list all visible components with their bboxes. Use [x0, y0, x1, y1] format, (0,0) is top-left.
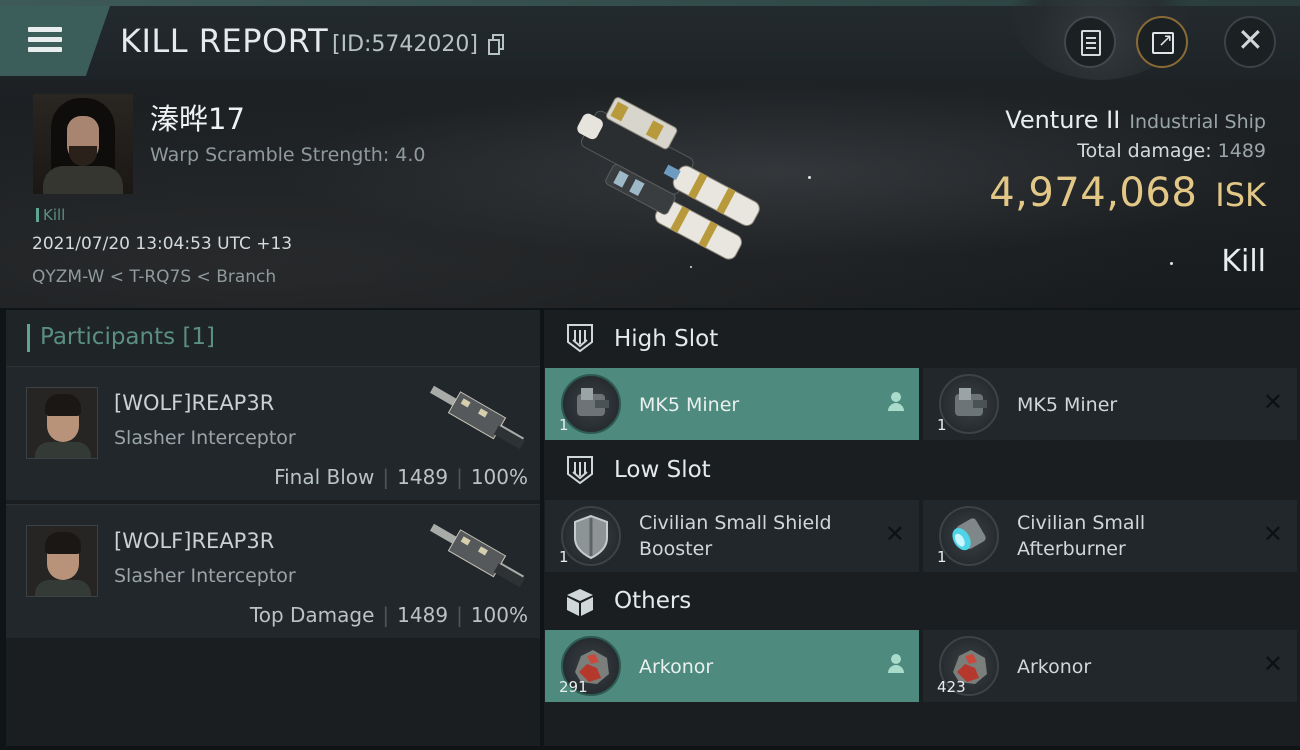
participants-title: Participants [1] [40, 324, 215, 350]
participant-ship: Slasher Interceptor [114, 565, 296, 587]
kill-location[interactable]: QYZM-W < T-RQ7S < Branch [32, 267, 276, 287]
destroyed-x-icon: ✕ [1262, 388, 1283, 416]
destroyed-x-icon: ✕ [1262, 650, 1283, 678]
participant-card[interactable]: [WOLF]REAP3R Slasher Interceptor Final B… [6, 366, 540, 500]
person-icon [887, 392, 905, 414]
victim-ship-image[interactable] [536, 96, 776, 288]
participant-name: [WOLF]REAP3R [114, 391, 275, 415]
kill-tag: Kill [36, 206, 65, 224]
isk-amount: 4,974,068 [989, 170, 1198, 216]
participants-panel: Participants [1] [WOLF]REAP3R Slasher In… [6, 310, 540, 746]
victim-ship[interactable]: Venture II Industrial Ship [1005, 106, 1266, 134]
item-quantity: 1 [937, 416, 947, 434]
item-quantity: 291 [559, 678, 588, 696]
share-button[interactable]: ↗ [1136, 16, 1188, 68]
item-name-line2: Booster [639, 538, 713, 560]
item-name-line1: Civilian Small Shield [639, 512, 832, 534]
high-slot-title: High Slot [614, 326, 719, 352]
share-arrow-icon: ↗ [1158, 30, 1174, 51]
high-slot-item[interactable]: 1 MK5 Miner [545, 368, 919, 440]
low-slot-item[interactable]: 1 Civilian Small Afterburner ✕ [923, 500, 1297, 572]
item-name-line2: Afterburner [1017, 538, 1126, 560]
item-name: Civilian Small Shield Booster [639, 510, 832, 562]
victim-portrait[interactable] [33, 94, 133, 194]
page-title: KILL REPORT [120, 22, 329, 60]
close-icon: ✕ [1237, 21, 1264, 59]
item-quantity: 1 [559, 416, 569, 434]
low-slot-icon [567, 456, 593, 485]
participant-card[interactable]: [WOLF]REAP3R Slasher Interceptor Top Dam… [6, 504, 540, 638]
clipboard-icon [1081, 30, 1101, 56]
kill-result: Kill [1221, 244, 1266, 279]
high-slot-icon [567, 324, 593, 353]
item-name: Arkonor [639, 656, 714, 678]
participant-percent: 100% [470, 465, 528, 489]
participant-name: [WOLF]REAP3R [114, 529, 275, 553]
participant-ship-image [429, 523, 525, 588]
participant-percent: 100% [470, 603, 528, 627]
participant-damage: 1489 [397, 603, 449, 627]
warp-scramble-strength: Warp Scramble Strength: 4.0 [150, 144, 426, 166]
total-damage-label: Total damage: [1077, 140, 1212, 162]
victim-ship-name: Venture II [1005, 106, 1121, 134]
others-title: Others [614, 588, 692, 614]
miner-icon [939, 374, 999, 434]
high-slot-item[interactable]: 1 MK5 Miner ✕ [923, 368, 1297, 440]
participant-stats: Top Damage | 1489 | 100% [249, 603, 528, 627]
item-name-line1: Civilian Small [1017, 512, 1146, 534]
destroyed-x-icon: ✕ [1262, 520, 1283, 548]
low-slot-item[interactable]: 1 Civilian Small Shield Booster ✕ [545, 500, 919, 572]
shield-booster-icon [561, 506, 621, 566]
destroyed-x-icon: ✕ [884, 520, 905, 548]
participants-header: Participants [1] [6, 310, 540, 366]
participant-stats: Final Blow | 1489 | 100% [274, 465, 528, 489]
total-damage: Total damage: 1489 [1077, 140, 1266, 162]
hamburger-menu-icon[interactable] [28, 27, 62, 52]
item-name: MK5 Miner [639, 394, 740, 416]
item-quantity: 1 [559, 548, 569, 566]
title-bar: KILL REPORT [ID:5742020] ↗ ✕ [0, 0, 1300, 80]
isk-unit: ISK [1215, 176, 1266, 214]
item-quantity: 1 [937, 548, 947, 566]
cargo-item[interactable]: 291 Arkonor [545, 630, 919, 702]
afterburner-icon [939, 506, 999, 566]
participant-ship-image [429, 385, 525, 450]
clipboard-button[interactable] [1064, 16, 1116, 68]
kill-tag-label: Kill [43, 206, 66, 224]
fitting-panel: High Slot 1 MK5 Miner 1 MK5 Miner ✕ Low … [544, 310, 1300, 746]
report-id: [ID:5742020] [332, 32, 478, 57]
cargo-item[interactable]: 423 Arkonor ✕ [923, 630, 1297, 702]
participant-role: Final Blow [274, 465, 375, 489]
item-quantity: 423 [937, 678, 966, 696]
participant-portrait [26, 387, 98, 459]
item-name: MK5 Miner [1017, 394, 1118, 416]
cargo-box-icon [567, 589, 593, 616]
participant-portrait [26, 525, 98, 597]
participant-ship: Slasher Interceptor [114, 427, 296, 449]
miner-icon [561, 374, 621, 434]
item-name: Civilian Small Afterburner [1017, 510, 1145, 562]
victim-name[interactable]: 溱晔17 [150, 96, 245, 138]
item-name: Arkonor [1017, 656, 1092, 678]
total-damage-value: 1489 [1217, 140, 1266, 162]
isk-value: 4,974,068 ISK [989, 170, 1266, 216]
participant-role: Top Damage [249, 603, 375, 627]
victim-ship-class: Industrial Ship [1129, 111, 1266, 133]
close-button[interactable]: ✕ [1224, 16, 1276, 68]
low-slot-title: Low Slot [614, 457, 711, 483]
kill-timestamp: 2021/07/20 13:04:53 UTC +13 [32, 234, 293, 254]
person-icon [887, 654, 905, 676]
participant-damage: 1489 [397, 465, 449, 489]
copy-icon[interactable] [488, 34, 506, 56]
